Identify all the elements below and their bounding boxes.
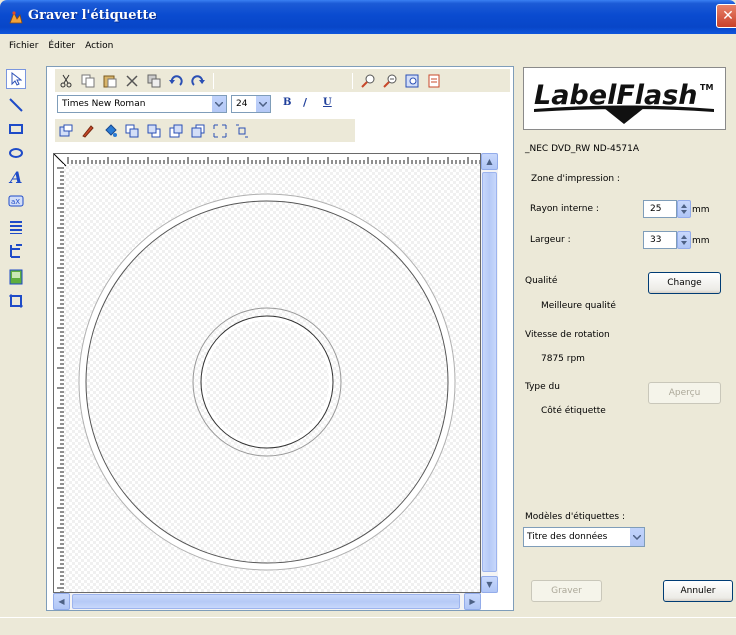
type-label: Type du — [525, 382, 560, 392]
font-size-value: 24 — [236, 99, 248, 109]
copy-icon[interactable] — [78, 72, 98, 90]
cut-icon[interactable] — [56, 72, 76, 90]
pointer-tool-icon[interactable] — [6, 69, 26, 89]
menu-bar: Fichier Éditer Action — [0, 34, 736, 58]
menu-fichier[interactable]: Fichier — [4, 41, 43, 51]
apercu-button[interactable]: Aperçu — [648, 382, 721, 404]
zone-impression-label: Zone d'impression : — [531, 174, 620, 184]
qualite-value: Meilleure qualité — [541, 301, 616, 311]
pen-color-icon[interactable] — [78, 122, 98, 140]
type-value: Côté étiquette — [541, 406, 606, 416]
qualite-label: Qualité — [525, 276, 558, 286]
menu-editer[interactable]: Éditer — [43, 41, 80, 51]
largeur-label: Largeur : — [530, 235, 571, 245]
disc-canvas-drawing — [54, 154, 480, 592]
paste-icon[interactable] — [100, 72, 120, 90]
zoom-in-icon[interactable] — [358, 72, 378, 90]
line-tool-icon[interactable] — [6, 95, 26, 115]
largeur-spinner-icon[interactable] — [677, 231, 691, 249]
scroll-left-icon[interactable]: ◀ — [53, 593, 70, 610]
tree-tool-icon[interactable] — [6, 241, 26, 261]
largeur-unit: mm — [692, 236, 710, 246]
chevron-down-icon[interactable] — [211, 96, 226, 112]
chevron-down-icon[interactable] — [255, 96, 270, 112]
modeles-value: Titre des données — [527, 532, 608, 542]
largeur-value: 33 — [650, 235, 662, 245]
graver-button[interactable]: Graver — [531, 580, 602, 602]
fit-page-icon[interactable] — [402, 72, 422, 90]
redo-icon[interactable] — [188, 72, 208, 90]
vitesse-value: 7875 rpm — [541, 354, 585, 364]
send-backward-icon[interactable] — [188, 122, 208, 140]
italic-button[interactable]: / — [303, 96, 307, 109]
fill-color-icon[interactable] — [100, 122, 120, 140]
zoom-out-icon[interactable] — [380, 72, 400, 90]
rayon-spinner-icon[interactable] — [677, 200, 691, 218]
ellipse-tool-icon[interactable] — [6, 143, 26, 163]
undo-icon[interactable] — [166, 72, 186, 90]
center-icon[interactable] — [232, 122, 252, 140]
edit-toolbar — [55, 69, 510, 92]
svg-text:aX: aX — [11, 198, 20, 206]
horizontal-scrollbar[interactable]: ◀ ▶ — [53, 593, 481, 610]
list-tool-icon[interactable] — [6, 217, 26, 237]
font-family-select[interactable]: Times New Roman — [57, 95, 227, 113]
title-bar: Graver l'étiquette ✕ — [0, 0, 736, 34]
rayon-unit: mm — [692, 205, 710, 215]
left-ruler — [54, 164, 64, 592]
largeur-input[interactable]: 33 — [643, 231, 677, 249]
arrange-toolbar — [55, 119, 355, 142]
vitesse-label: Vitesse de rotation — [525, 330, 610, 340]
vertical-scroll-thumb[interactable] — [482, 172, 497, 572]
logo-trademark: TM — [700, 83, 713, 92]
scroll-up-icon[interactable]: ▲ — [481, 153, 498, 170]
bring-forward-icon[interactable] — [166, 122, 186, 140]
font-family-value: Times New Roman — [62, 99, 146, 109]
horizontal-scroll-thumb[interactable] — [72, 594, 460, 609]
change-button[interactable]: Change — [648, 272, 721, 294]
disc-hub-inner — [205, 320, 329, 444]
scroll-right-icon[interactable]: ▶ — [464, 593, 481, 610]
toolbar-separator — [213, 72, 214, 89]
modeles-label: Modèles d'étiquettes : — [525, 512, 625, 522]
annuler-button[interactable]: Annuler — [663, 580, 733, 602]
underline-button[interactable]: U — [323, 97, 332, 108]
rayon-interne-value: 25 — [650, 204, 662, 214]
status-bar — [0, 617, 736, 635]
arc-text-tool-icon[interactable]: aX — [6, 191, 26, 211]
vertical-scrollbar[interactable]: ▲ ▼ — [481, 153, 498, 593]
svg-text:A: A — [8, 169, 22, 185]
window-title: Graver l'étiquette — [28, 8, 157, 23]
labelflash-logo: LabelFlash TM — [523, 67, 726, 130]
left-tool-palette: A aX — [3, 67, 43, 607]
label-canvas[interactable] — [53, 153, 481, 593]
bring-front-icon[interactable] — [122, 122, 142, 140]
modeles-select[interactable]: Titre des données — [523, 527, 645, 547]
duplicate-icon[interactable] — [144, 72, 164, 90]
drive-name: _NEC DVD_RW ND-4571A — [525, 144, 640, 154]
text-tool-icon[interactable]: A — [6, 167, 26, 187]
rectangle-tool-icon[interactable] — [6, 119, 26, 139]
chevron-down-icon[interactable] — [629, 528, 644, 546]
print-preview-icon[interactable] — [424, 72, 444, 90]
rayon-interne-label: Rayon interne : — [530, 204, 599, 214]
frame-tool-icon[interactable] — [6, 291, 26, 311]
scroll-down-icon[interactable]: ▼ — [481, 576, 498, 593]
group-icon[interactable] — [56, 122, 76, 140]
toolbar-separator — [352, 72, 353, 89]
font-size-select[interactable]: 24 — [231, 95, 271, 113]
app-icon — [9, 11, 23, 24]
bold-button[interactable]: B — [283, 97, 291, 108]
delete-icon[interactable] — [122, 72, 142, 90]
menu-action[interactable]: Action — [80, 41, 118, 51]
editor-area: Times New Roman 24 B / U ▲ ▼ ◀ ▶ — [46, 66, 514, 611]
align-icon[interactable] — [210, 122, 230, 140]
send-back-icon[interactable] — [144, 122, 164, 140]
rayon-interne-input[interactable]: 25 — [643, 200, 677, 218]
image-tool-icon[interactable] — [6, 267, 26, 287]
close-button[interactable]: ✕ — [716, 4, 736, 28]
